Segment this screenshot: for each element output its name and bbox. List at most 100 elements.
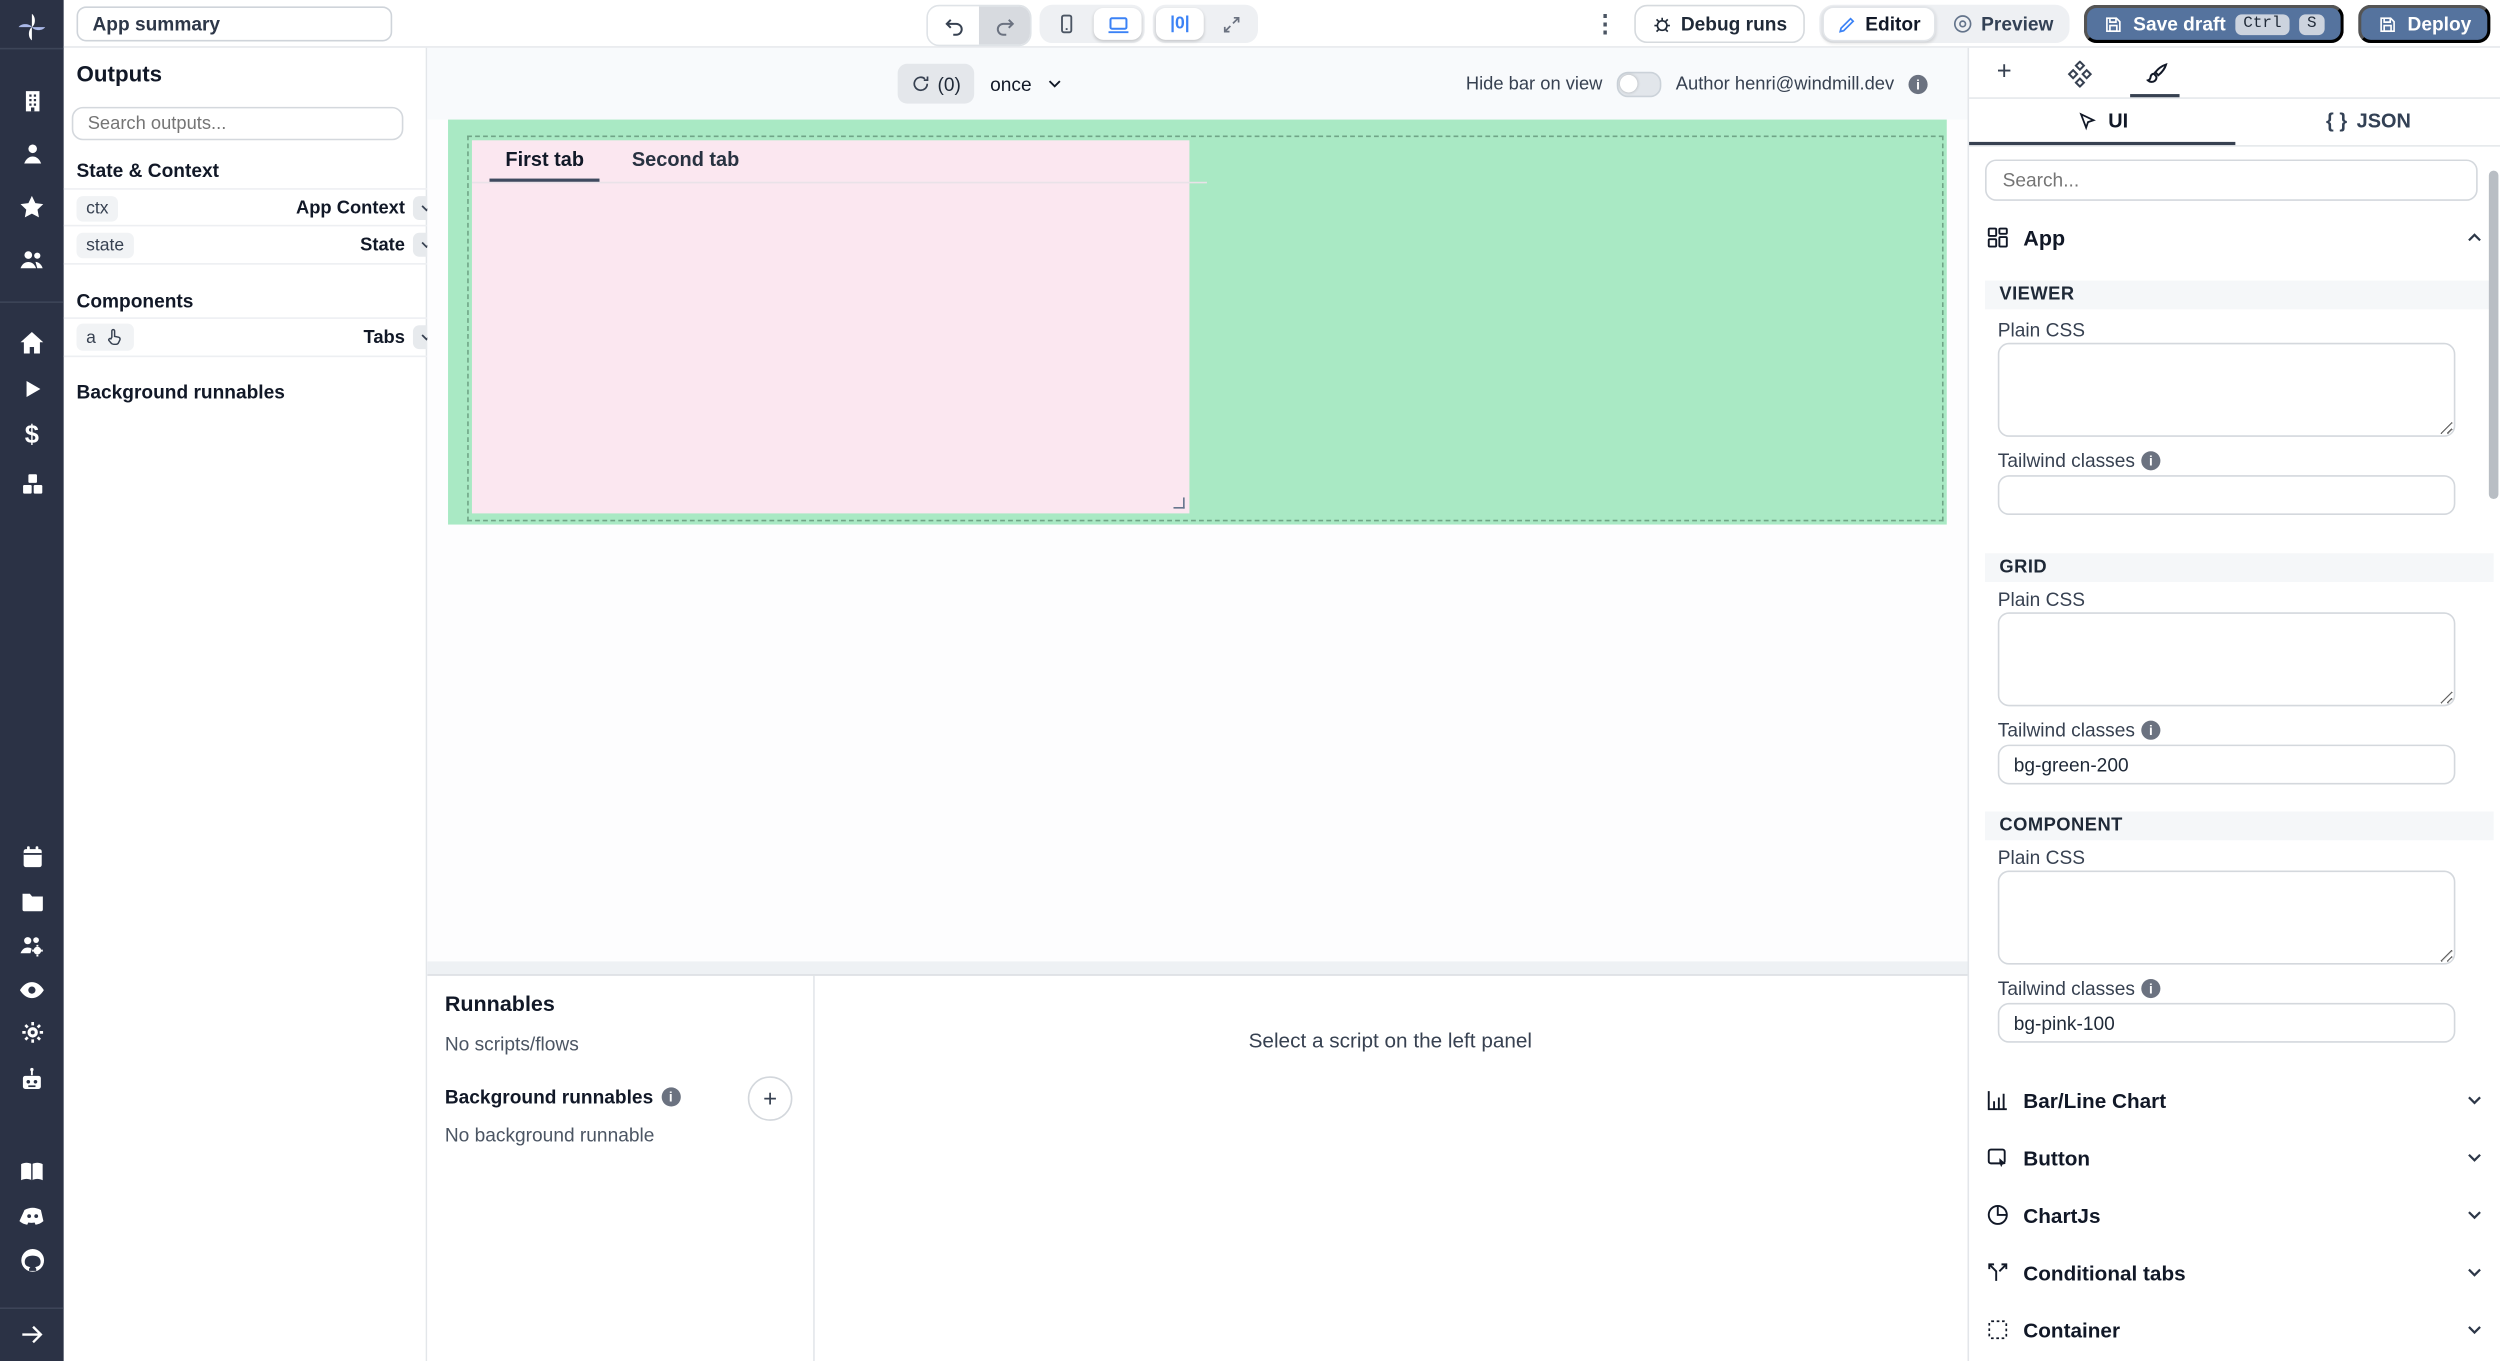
expand-section-chevron[interactable]: [2463, 1319, 2485, 1341]
windmill-logo-icon[interactable]: [0, 11, 64, 43]
app-summary-input[interactable]: [77, 6, 393, 41]
tab-ui[interactable]: UI: [1969, 97, 2235, 145]
search-outputs-input[interactable]: [72, 107, 404, 140]
expand-sidebar-arrow-icon[interactable]: [0, 1320, 64, 1349]
section-conditional-tabs[interactable]: Conditional tabs: [1985, 1253, 2486, 1291]
section-bar-line-chart[interactable]: Bar/Line Chart: [1985, 1081, 2486, 1119]
grid-plain-css-textarea[interactable]: [1998, 612, 2456, 706]
section-chartjs[interactable]: ChartJs: [1985, 1196, 2486, 1234]
editor-preview-segment: Editor Preview: [1819, 5, 2069, 43]
chevron-down-icon: [2463, 1261, 2485, 1283]
desktop-view-button[interactable]: [1094, 8, 1142, 40]
runnables-panel: Runnables No scripts/flows Background ru…: [427, 974, 1967, 1361]
section-button[interactable]: Button: [1985, 1138, 2486, 1176]
deploy-button[interactable]: Deploy: [2358, 5, 2490, 43]
plus-icon: +: [1997, 59, 2012, 88]
app-layout-icon: [1985, 225, 2011, 251]
add-background-runnable-button[interactable]: +: [748, 1076, 793, 1121]
schedules-calendar-icon[interactable]: [0, 843, 64, 870]
hide-bar-toggle[interactable]: [1617, 71, 1662, 97]
viewer-group-header: VIEWER: [1985, 281, 2494, 310]
button-icon: [1985, 1145, 2011, 1171]
components-diamonds-tab[interactable]: [2062, 56, 2097, 91]
tab-first[interactable]: First tab: [489, 140, 600, 181]
undo-button[interactable]: [928, 6, 979, 44]
audit-eye-icon[interactable]: [0, 976, 64, 1005]
tabs-component[interactable]: First tab Second tab: [472, 140, 1189, 513]
tailwind-info-icon[interactable]: i: [2141, 721, 2160, 740]
runs-play-icon[interactable]: [0, 376, 64, 402]
background-empty-label: No background runnable: [445, 1124, 655, 1146]
expand-section-chevron[interactable]: [2463, 1146, 2485, 1168]
horizontal-splitter[interactable]: [427, 961, 1967, 974]
background-info-icon[interactable]: i: [661, 1087, 680, 1106]
mobile-view-button[interactable]: [1043, 8, 1091, 40]
panel-scrollbar[interactable]: [2489, 171, 2499, 499]
favorites-star-icon[interactable]: [0, 193, 64, 222]
editor-tab[interactable]: Editor: [1822, 6, 1935, 41]
undo-redo-group: [926, 5, 1031, 46]
component-plain-css-textarea[interactable]: [1998, 871, 2456, 965]
tab-json[interactable]: { } JSON: [2235, 97, 2500, 145]
component-row-a[interactable]: a Tabs: [64, 317, 447, 357]
styling-brush-tab[interactable]: [2138, 56, 2173, 91]
settings-gear-icon[interactable]: [0, 1019, 64, 1046]
layout-segment: |0|: [1153, 5, 1258, 43]
home-icon[interactable]: [0, 328, 64, 357]
output-type-label: App Context: [296, 199, 405, 218]
output-row-ctx[interactable]: ctx App Context: [64, 188, 447, 226]
workspace-building-icon[interactable]: [0, 88, 64, 115]
expand-section-chevron[interactable]: [2463, 1261, 2485, 1283]
preview-tab[interactable]: Preview: [1938, 8, 2066, 40]
author-info-icon[interactable]: i: [1908, 74, 1927, 93]
canvas-toolbar-right: Hide bar on view Author henri@windmill.d…: [1466, 64, 1928, 104]
center-content-button[interactable]: |0|: [1156, 8, 1204, 40]
output-key-pill: state: [77, 232, 134, 258]
collapse-app-chevron[interactable]: [2463, 226, 2485, 248]
discord-icon[interactable]: [0, 1201, 64, 1231]
refresh-button[interactable]: (0): [898, 64, 974, 104]
background-runnables-title: Background runnables: [77, 381, 285, 403]
tab-second[interactable]: Second tab: [616, 140, 755, 181]
hide-bar-label: Hide bar on view: [1466, 74, 1603, 93]
save-draft-button[interactable]: Save draft Ctrl S: [2084, 5, 2344, 43]
refresh-icon: [910, 73, 931, 94]
component-tailwind-input[interactable]: [1998, 1003, 2456, 1043]
app-section-header[interactable]: App: [1985, 220, 2486, 255]
more-menu-kebab-icon[interactable]: ⋮: [1590, 10, 1620, 39]
viewer-plain-css-textarea[interactable]: [1998, 343, 2456, 437]
groups-icon[interactable]: [0, 246, 64, 275]
workers-icon[interactable]: [0, 931, 64, 960]
redo-button[interactable]: [979, 6, 1030, 44]
user-icon[interactable]: [0, 140, 64, 167]
folders-icon[interactable]: [0, 888, 64, 915]
ai-robot-icon[interactable]: [0, 1065, 64, 1094]
expand-section-chevron[interactable]: [2463, 1204, 2485, 1226]
expand-section-chevron[interactable]: [2463, 1089, 2485, 1111]
output-row-state[interactable]: state State: [64, 225, 447, 265]
outputs-title: Outputs: [77, 61, 163, 87]
chevron-down-icon: [2463, 1089, 2485, 1111]
component-tailwind-label: Tailwind classes i: [1998, 977, 2161, 999]
refresh-policy-dropdown[interactable]: once: [990, 64, 1065, 104]
chevron-down-icon: [2463, 1319, 2485, 1341]
style-search-input[interactable]: [1985, 159, 2478, 200]
debug-runs-button[interactable]: Debug runs: [1635, 5, 1805, 43]
insert-component-plus-tab[interactable]: +: [1987, 56, 2022, 91]
tailwind-info-icon[interactable]: i: [2141, 451, 2160, 470]
runnables-title: Runnables: [445, 992, 555, 1016]
docs-book-icon[interactable]: [0, 1158, 64, 1187]
variables-dollar-icon[interactable]: $: [0, 423, 64, 452]
github-icon[interactable]: [0, 1245, 64, 1275]
resize-handle[interactable]: [1173, 497, 1184, 508]
tailwind-info-icon[interactable]: i: [2141, 979, 2160, 998]
viewer-plain-css-label: Plain CSS: [1998, 319, 2085, 341]
fullscreen-button[interactable]: [1207, 8, 1255, 40]
chevron-down-icon: [2463, 1204, 2485, 1226]
resources-cubes-icon[interactable]: [0, 470, 64, 497]
settings-panel: + UI { } JSON App: [1967, 48, 2500, 1361]
grid-tailwind-input[interactable]: [1998, 745, 2456, 785]
viewer-tailwind-input[interactable]: [1998, 475, 2456, 515]
app-grid[interactable]: First tab Second tab: [448, 120, 1947, 525]
section-container[interactable]: Container: [1985, 1311, 2486, 1349]
